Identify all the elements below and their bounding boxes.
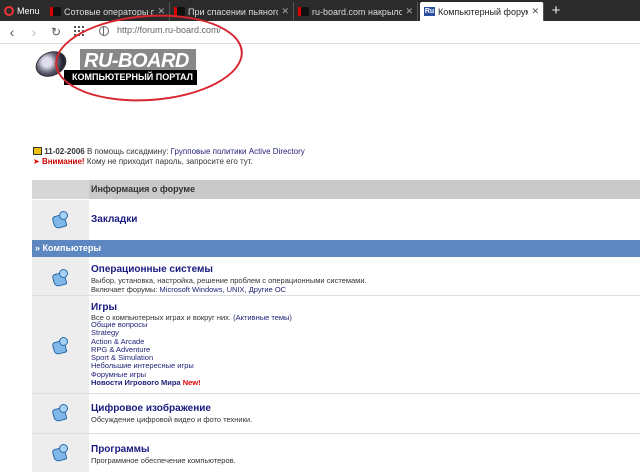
close-icon[interactable]: ✕: [281, 6, 289, 17]
tab-favicon-icon: [298, 7, 309, 16]
menu-label: Menu: [17, 5, 40, 16]
forum-icon: [51, 336, 69, 356]
forum-os-title[interactable]: Операционные системы: [91, 264, 213, 275]
tab-title: При спасении пьяного в: [188, 6, 279, 17]
alert-label: Внимание!: [41, 157, 85, 166]
games-subforum-list: Общие вопросы Strategy Action & Arcade R…: [91, 320, 201, 388]
browser-tab-bar: Menu Сотовые операторы пре ✕ При спасени…: [0, 0, 640, 21]
ru-favicon-icon: Ru: [424, 7, 435, 16]
forum-icon: [51, 443, 69, 463]
forum-digital-title[interactable]: Цифровое изображение: [91, 403, 211, 414]
forum-digital-desc: Обсуждение цифровой видео и фото техники…: [91, 415, 253, 424]
forum-os-desc: Выбор, установка, настройка, решение про…: [91, 276, 367, 294]
new-tab-button[interactable]: +: [548, 2, 564, 19]
forward-icon[interactable]: ›: [26, 23, 42, 41]
reload-icon[interactable]: ↻: [48, 23, 64, 41]
forum-programs-desc: Программное обеспечение компьютеров.: [91, 456, 236, 465]
info-header-title: Информация о форуме: [91, 184, 196, 194]
games-active-topics-link[interactable]: (Активные темы): [233, 313, 292, 322]
tab-title: Компьютерный форум Ru: [438, 6, 528, 17]
forum-os-description: Выбор, установка, настройка, решение про…: [91, 276, 367, 285]
notepad-icon: [33, 147, 42, 155]
section-computers[interactable]: » Компьютеры: [32, 240, 640, 257]
forum-icon: [51, 403, 69, 423]
os-subforum-links[interactable]: Microsoft Windows, UNIX, Другие ОС: [160, 285, 287, 294]
news-text: В помощь сисадмину:: [86, 147, 169, 156]
bookmarks-link[interactable]: Закладки: [91, 214, 137, 225]
info-header-row: Информация о форуме: [32, 180, 640, 199]
forum-os-includes: Включает форумы: Microsoft Windows, UNIX…: [91, 285, 367, 294]
games-news-line: Новости Игрового Мира New!: [91, 378, 201, 388]
news-date: 11-02-2006: [44, 147, 85, 156]
close-icon[interactable]: ✕: [531, 6, 539, 17]
includes-label: Включает форумы:: [91, 285, 158, 294]
forum-icon: [51, 210, 69, 230]
arrow-icon: ➤: [33, 157, 40, 166]
opera-logo-icon: [4, 5, 14, 16]
opera-menu-button[interactable]: Menu: [0, 0, 46, 21]
forum-programs-title[interactable]: Программы: [91, 444, 150, 455]
close-icon[interactable]: ✕: [405, 6, 413, 17]
tab-favicon-icon: [50, 7, 61, 16]
browser-tab-active[interactable]: Ru Компьютерный форум Ru ✕: [420, 2, 544, 21]
tab-title: ru-board.com накрылся?: [312, 6, 402, 17]
back-icon[interactable]: ‹: [4, 23, 20, 41]
forum-icon: [51, 268, 69, 288]
games-news-link[interactable]: Новости Игрового Мира: [91, 378, 181, 387]
forum-games-title[interactable]: Игры: [91, 302, 117, 313]
news-block: 11-02-2006 В помощь сисадмину: Групповые…: [33, 147, 305, 167]
browser-tab[interactable]: ru-board.com накрылся? ✕: [294, 2, 418, 21]
alert-line: ➤ Внимание! Кому не приходит пароль, зап…: [33, 157, 305, 167]
new-badge: New!: [182, 378, 201, 388]
alert-text: Кому не приходит пароль, запросите его т…: [86, 157, 253, 166]
news-link[interactable]: Групповые политики Active Directory: [171, 147, 305, 156]
news-line: 11-02-2006 В помощь сисадмину: Групповые…: [33, 147, 305, 157]
